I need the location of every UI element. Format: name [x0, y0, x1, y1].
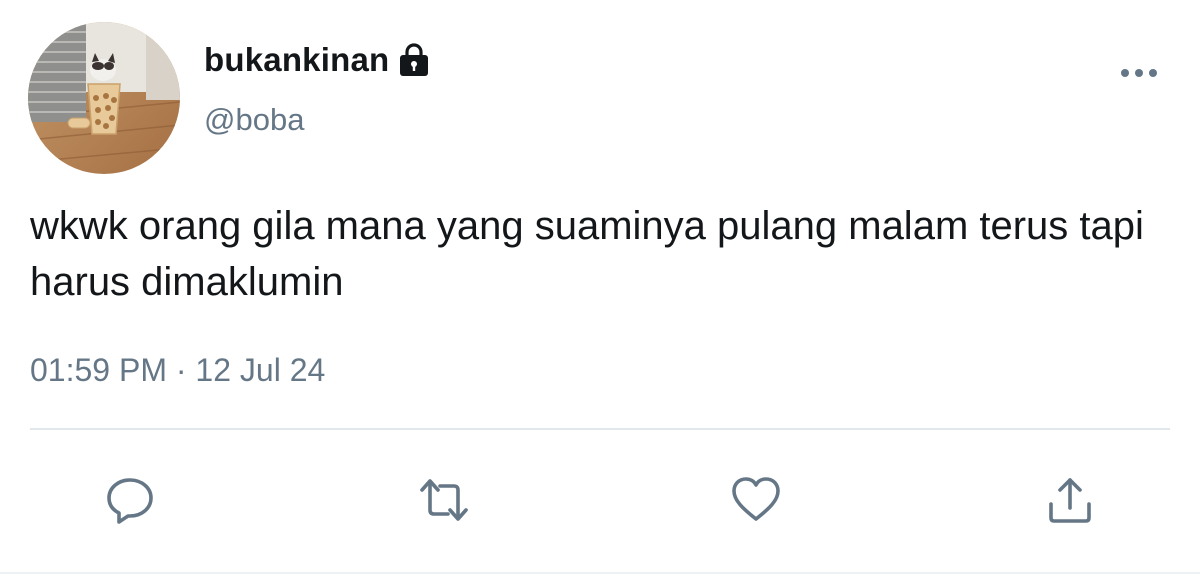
- like-button[interactable]: [728, 472, 784, 528]
- more-dots-icon: [1121, 69, 1157, 77]
- reply-icon: [107, 478, 153, 524]
- user-handle[interactable]: @boba: [204, 102, 304, 138]
- bottom-divider: [0, 572, 1200, 574]
- tweet-time: 01:59 PM: [30, 352, 167, 388]
- display-name[interactable]: bukankinan: [204, 41, 389, 79]
- share-icon: [1049, 478, 1091, 523]
- tweet-text: wkwk orang gila mana yang suaminya pulan…: [30, 204, 1144, 304]
- tweet-date: 12 Jul 24: [195, 352, 326, 388]
- avatar[interactable]: [28, 22, 180, 174]
- tweet-timestamp[interactable]: 01:59 PM · 12 Jul 24: [30, 352, 325, 389]
- more-options-button[interactable]: [1114, 58, 1164, 88]
- divider: [30, 428, 1170, 430]
- retweet-button[interactable]: [416, 472, 472, 528]
- timestamp-separator: ·: [175, 352, 187, 388]
- profile-photo: [28, 22, 180, 174]
- share-button[interactable]: [1042, 472, 1098, 528]
- reply-button[interactable]: [102, 472, 158, 528]
- lock-icon: [397, 42, 431, 78]
- retweet-icon: [420, 479, 468, 521]
- heart-icon: [732, 477, 780, 521]
- display-name-row[interactable]: bukankinan: [204, 38, 431, 82]
